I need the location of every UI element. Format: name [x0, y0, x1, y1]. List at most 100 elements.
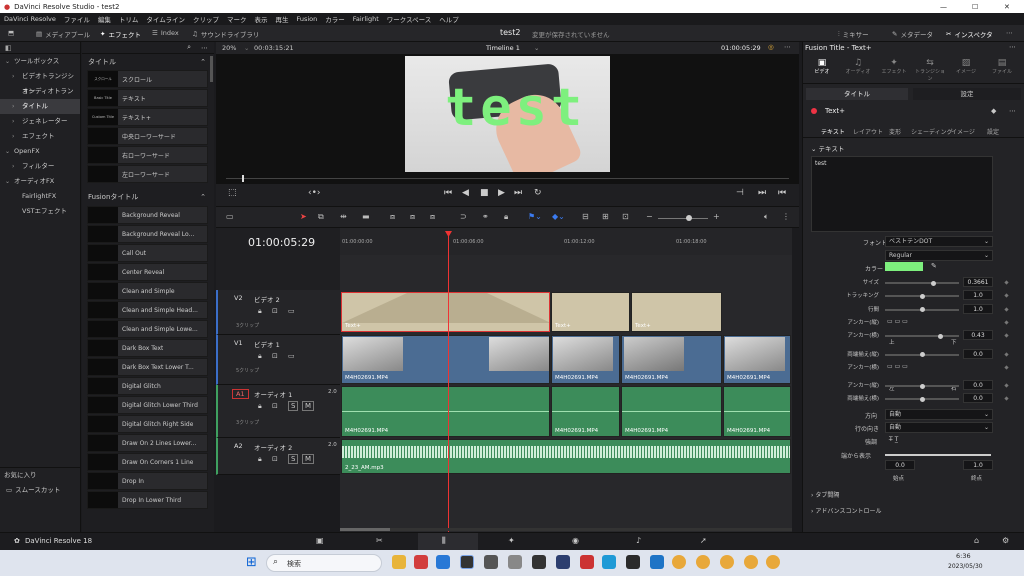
inspector-options-icon[interactable]: ⋯	[1009, 43, 1016, 51]
replace-clip-icon[interactable]: ⧈	[430, 212, 435, 222]
param-slider-knob[interactable]	[920, 396, 925, 402]
param-slider-knob[interactable]	[920, 307, 925, 313]
video-clip[interactable]: M4H02691.MP4	[341, 335, 550, 384]
param-value-input[interactable]: 0.3661	[963, 277, 993, 287]
mute-button[interactable]: M	[302, 401, 315, 411]
sound-library-button[interactable]: ♫ サウンドライブラリ	[192, 29, 259, 39]
app-icon[interactable]	[414, 555, 428, 569]
next-frame-icon[interactable]: ⏭	[758, 188, 766, 198]
fusion-page-icon[interactable]: ✦	[508, 536, 515, 545]
keyframe-diamond-icon[interactable]	[1004, 280, 1009, 285]
timeline-scrollbar[interactable]	[340, 528, 792, 531]
media-pool-button[interactable]: ▤ メディアプール	[36, 29, 90, 39]
app-icon[interactable]	[556, 555, 570, 569]
titles-section-header[interactable]: タイトル ⌃	[82, 54, 214, 69]
video-clip[interactable]: M4H02691.MP4	[723, 335, 791, 384]
menu-resolve[interactable]: DaVinci Resolve	[4, 15, 56, 23]
menu-timeline[interactable]: タイムライン	[146, 14, 185, 24]
category-item[interactable]: FairlightFX	[0, 189, 80, 204]
viewer-scrubber[interactable]	[226, 178, 789, 179]
video-clip[interactable]: M4H02691.MP4	[621, 335, 722, 384]
menu-help[interactable]: ヘルプ	[439, 14, 459, 24]
font-select[interactable]: ベストテンDOT ⌄	[885, 236, 993, 247]
fusion-title-item[interactable]: Dark Box Text Lower T...	[87, 358, 208, 376]
scrubber-handle[interactable]	[242, 175, 244, 182]
taskbar-search[interactable]: ⌕ 検索	[266, 554, 382, 572]
category-item[interactable]: › ビデオトランジション	[0, 69, 80, 95]
title-item[interactable]: Custom Title テキスト+	[87, 108, 208, 126]
title-item[interactable]: 右ローワーサード	[87, 146, 208, 164]
chrome-icon[interactable]	[696, 555, 710, 569]
auto-select-icon[interactable]: ⊡	[272, 455, 278, 463]
effects-scrollbar[interactable]	[210, 56, 213, 82]
metadata-button[interactable]: ✎ メタデータ	[892, 29, 933, 39]
fusion-title-item[interactable]: Drop In	[87, 472, 208, 490]
music-clip[interactable]: 2_23_AM.mp3	[341, 439, 791, 474]
menu-file[interactable]: ファイル	[64, 14, 90, 24]
viewer-mode-icon[interactable]: ⬚	[228, 188, 237, 198]
edge-browser-icon[interactable]	[602, 555, 616, 569]
text-tab[interactable]: シェーディング	[911, 127, 953, 136]
cut-page-icon[interactable]: ✂	[376, 536, 383, 545]
param-slider-knob[interactable]	[920, 293, 925, 299]
fusion-title-item[interactable]: Clean and Simple Head...	[87, 301, 208, 319]
advanced-controls-section[interactable]: › アドバンスコントロール	[811, 506, 882, 515]
zoom-slider-knob[interactable]	[686, 215, 692, 221]
menu-fairlight[interactable]: Fairlight	[353, 15, 379, 23]
menu-workspace[interactable]: ワークスペース	[387, 14, 432, 24]
home-icon[interactable]: ⌂	[974, 536, 979, 545]
audio-clip[interactable]: M4H02691.MP4	[621, 386, 722, 437]
category-item[interactable]: › タイトル	[0, 99, 80, 114]
param-slider[interactable]	[885, 333, 959, 339]
selection-tool-icon[interactable]: ➤	[300, 212, 307, 221]
snapping-icon[interactable]: ⊃	[460, 212, 467, 221]
category-item[interactable]: オーディオトランジション	[0, 84, 80, 110]
viewer-options-icon[interactable]: ⋯	[784, 43, 791, 51]
menu-edit[interactable]: 編集	[98, 14, 111, 24]
solo-button[interactable]: S	[288, 401, 299, 411]
jog-icon[interactable]: ‹•›	[308, 188, 321, 198]
video-viewer[interactable]: test	[216, 54, 799, 184]
zoom-in-icon[interactable]: +	[713, 212, 720, 221]
menu-fusion[interactable]: Fusion	[296, 15, 317, 23]
index-button[interactable]: ☰ Index	[152, 29, 179, 37]
app-icon[interactable]	[484, 555, 498, 569]
inspector-tab-file[interactable]: ▤ ファイル	[985, 58, 1019, 75]
auto-select-icon[interactable]: ⊡	[272, 352, 278, 360]
fusion-title-item[interactable]: Background Reveal	[87, 206, 208, 224]
color-page-icon[interactable]: ◉	[572, 536, 579, 545]
param-slider-knob[interactable]	[930, 280, 936, 286]
keyframe-diamond-icon[interactable]	[1004, 383, 1009, 388]
go-to-end-icon[interactable]: ⏭	[514, 188, 522, 198]
param-value-input[interactable]: 0.43	[963, 330, 993, 341]
param-slider-knob[interactable]	[937, 333, 943, 339]
more-icon[interactable]: ⋯	[201, 44, 208, 52]
category-item[interactable]: VSTエフェクト	[0, 204, 80, 219]
audio-meter-icon[interactable]: ⋮	[782, 212, 790, 221]
auto-select-icon[interactable]: ⊡	[272, 307, 278, 315]
menu-view[interactable]: 表示	[254, 14, 267, 24]
audio-volume-icon[interactable]: 🔈︎	[764, 212, 769, 222]
zoom-detail-icon[interactable]: ⊞	[602, 212, 609, 221]
app-icon[interactable]	[508, 555, 522, 569]
category-item[interactable]: › ジェネレーター	[0, 114, 80, 129]
position-lock-icon[interactable]: 🔒︎	[504, 212, 508, 222]
fusion-title-item[interactable]: Dark Box Text	[87, 339, 208, 357]
keyframe-diamond-icon[interactable]	[1004, 365, 1009, 370]
edit-page-tab[interactable]: ⫼	[418, 533, 478, 550]
inspector-button[interactable]: ✂ インスペクタ	[946, 29, 993, 39]
link-icon[interactable]: ⚭	[482, 212, 489, 221]
menu-clip[interactable]: クリップ	[193, 14, 219, 24]
app-icon[interactable]	[580, 555, 594, 569]
keyframe-diamond-icon[interactable]	[1004, 396, 1009, 402]
color-picker-icon[interactable]: ✎	[931, 262, 937, 270]
fusion-title-item[interactable]: Digital Glitch Lower Third	[87, 396, 208, 414]
text-input[interactable]: test	[811, 156, 993, 232]
deliver-page-icon[interactable]: ➚	[700, 536, 707, 545]
menu-color[interactable]: カラー	[325, 14, 345, 24]
param-slider[interactable]	[885, 307, 959, 313]
emphasis-icon[interactable]: T̶ T̲	[889, 436, 898, 443]
prev-frame-icon[interactable]: ⏮	[778, 188, 786, 198]
fusion-title-item[interactable]: Digital Glitch	[87, 377, 208, 395]
color-swatch[interactable]	[885, 262, 923, 271]
